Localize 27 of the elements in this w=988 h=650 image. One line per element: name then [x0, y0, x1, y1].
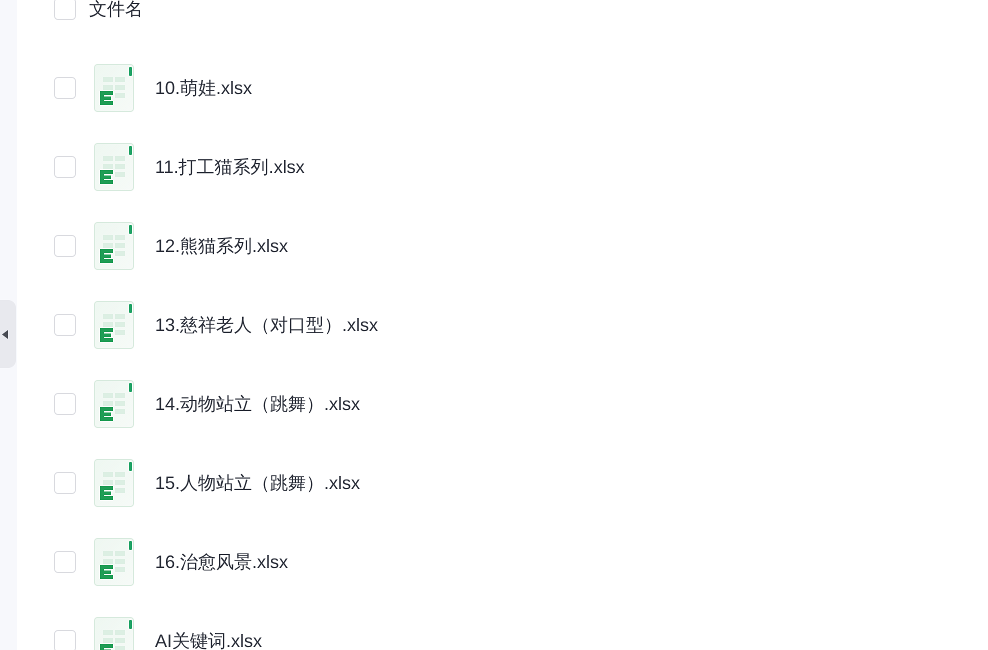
spreadsheet-file-icon	[94, 538, 134, 586]
spreadsheet-file-icon	[94, 380, 134, 428]
spreadsheet-file-icon	[94, 64, 134, 112]
collapse-tab[interactable]	[0, 300, 16, 368]
file-name[interactable]: 13.慈祥老人（对口型）.xlsx	[155, 316, 378, 334]
checkbox[interactable]	[54, 0, 76, 20]
checkbox[interactable]	[54, 630, 76, 650]
spreadsheet-file-icon	[94, 300, 134, 348]
caret-left-icon	[2, 330, 8, 338]
checkbox[interactable]	[54, 392, 76, 414]
file-name[interactable]: 16.治愈风景.xlsx	[155, 552, 288, 570]
checkbox[interactable]	[54, 234, 76, 256]
checkbox[interactable]	[54, 156, 76, 178]
spreadsheet-file-icon	[94, 222, 134, 270]
spreadsheet-file-icon	[94, 142, 134, 190]
spreadsheet-file-icon	[94, 458, 134, 506]
checkbox[interactable]	[54, 472, 76, 494]
checkbox[interactable]	[54, 76, 76, 98]
file-name[interactable]: 11.打工猫系列.xlsx	[155, 158, 305, 176]
file-name[interactable]: 15.人物站立（跳舞）.xlsx	[155, 474, 360, 492]
column-header: 文件名	[89, 0, 143, 18]
checkbox[interactable]	[54, 314, 76, 336]
file-name[interactable]: 14.动物站立（跳舞）.xlsx	[155, 394, 360, 412]
file-name[interactable]: 12.熊猫系列.xlsx	[155, 236, 288, 254]
file-name[interactable]: 10.萌娃.xlsx	[155, 78, 252, 96]
file-name[interactable]: AI关键词.xlsx	[155, 632, 262, 650]
checkbox[interactable]	[54, 550, 76, 572]
